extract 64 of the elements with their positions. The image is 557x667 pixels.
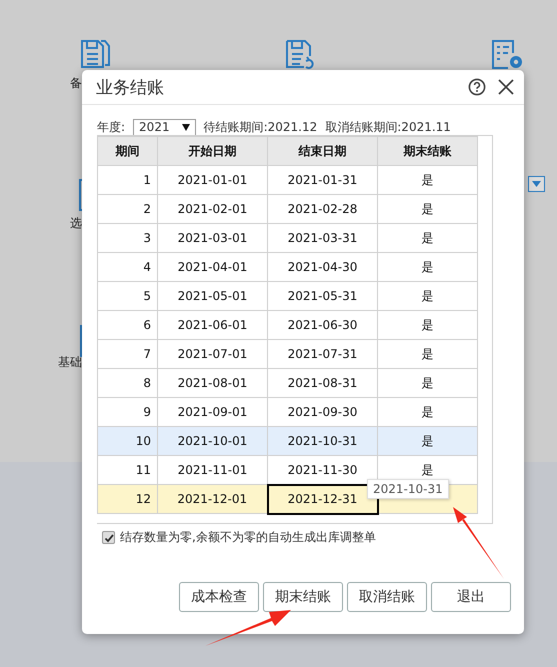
dialog-button[interactable]: 成本检查 xyxy=(179,582,259,612)
table-cell: 2 xyxy=(98,194,158,224)
table-cell: 2021-08-01 xyxy=(158,368,268,398)
tooltip: 2021-10-31 xyxy=(367,479,449,499)
icon-label: 选 xyxy=(70,215,82,232)
save-restore-icon[interactable] xyxy=(284,38,316,70)
checkbox[interactable] xyxy=(102,531,115,544)
table-cell: 2021-01-01 xyxy=(158,166,268,194)
table-cell: 2021-01-31 xyxy=(268,166,378,194)
column-header: 开始日期 xyxy=(158,136,268,166)
year-label: 年度: xyxy=(97,118,126,136)
dialog-button[interactable]: 取消结账 xyxy=(347,582,427,612)
table-cell: 2021-07-01 xyxy=(158,340,268,368)
icon-label: 基础 xyxy=(58,354,82,371)
checkbox-label: 结存数量为零,余额不为零的自动生成出库调整单 xyxy=(120,529,376,546)
dialog-button[interactable]: 期末结账 xyxy=(263,582,343,612)
table-cell: 10 xyxy=(98,426,158,456)
table-cell: 2021-03-31 xyxy=(268,224,378,252)
table-cell: 2021-05-01 xyxy=(158,282,268,310)
table-cell: 2021-04-01 xyxy=(158,252,268,282)
table-cell: 是 xyxy=(378,368,478,398)
table-cell: 2021-04-30 xyxy=(268,252,378,282)
table-cell: 2021-10-31 xyxy=(268,426,378,456)
dialog-title: 业务结账 xyxy=(96,76,165,98)
cancel-period: 取消结账期间:2021.11 xyxy=(325,118,451,136)
column-header: 期间 xyxy=(98,136,158,166)
table-cell: 2021-07-31 xyxy=(268,340,378,368)
table-cell: 5 xyxy=(98,282,158,310)
table-cell: 2021-06-30 xyxy=(268,310,378,340)
table-cell: 是 xyxy=(378,252,478,282)
table-cell: 2021-06-01 xyxy=(158,310,268,340)
table-cell: 是 xyxy=(378,166,478,194)
table-cell: 是 xyxy=(378,224,478,252)
dropdown-button[interactable] xyxy=(528,176,545,192)
table-cell: 7 xyxy=(98,340,158,368)
caret-icon xyxy=(532,181,541,187)
table-cell: 6 xyxy=(98,310,158,340)
help-icon[interactable] xyxy=(468,78,486,96)
table-cell: 2021-05-31 xyxy=(268,282,378,310)
table-cell: 2021-03-01 xyxy=(158,224,268,252)
document-stack-icon[interactable] xyxy=(79,38,111,70)
close-icon[interactable] xyxy=(498,79,514,95)
table-cell: 是 xyxy=(378,310,478,340)
table-cell: 2021-10-01 xyxy=(158,426,268,456)
column-header: 期末结账 xyxy=(378,136,478,166)
table-cell: 12 xyxy=(98,484,158,514)
table-cell: 8 xyxy=(98,368,158,398)
table-cell: 2021-02-01 xyxy=(158,194,268,224)
table-cell: 4 xyxy=(98,252,158,282)
table-cell: 1 xyxy=(98,166,158,194)
table-cell: 是 xyxy=(378,282,478,310)
table-cell: 是 xyxy=(378,194,478,224)
table-cell: 2021-08-31 xyxy=(268,368,378,398)
table-cell: 2021-12-01 xyxy=(158,484,268,514)
table-cell: 2021-02-28 xyxy=(268,194,378,224)
list-settings-icon[interactable] xyxy=(490,38,524,70)
pending-period: 待结账期间:2021.12 xyxy=(204,118,318,136)
table-cell: 3 xyxy=(98,224,158,252)
dialog-button[interactable]: 退出 xyxy=(431,582,511,612)
caret-icon xyxy=(182,124,190,130)
table-cell: 是 xyxy=(378,426,478,456)
icon-label: 备 xyxy=(70,75,82,92)
column-header: 结束日期 xyxy=(268,136,378,166)
table-cell: 是 xyxy=(378,340,478,368)
